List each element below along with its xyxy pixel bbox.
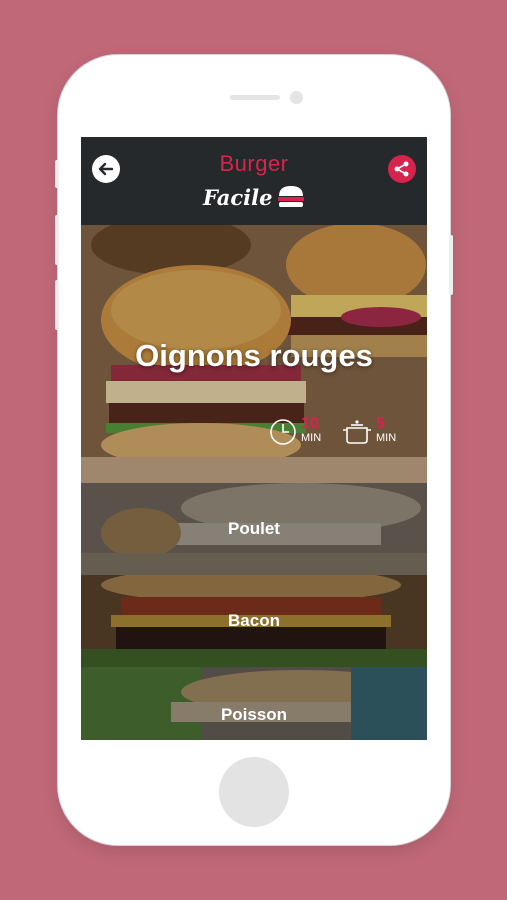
- back-button[interactable]: [92, 155, 120, 183]
- share-button[interactable]: [388, 155, 416, 183]
- pot-icon: [343, 420, 371, 444]
- phone-volume-down: [55, 280, 59, 330]
- category-overlay: [81, 667, 427, 740]
- category-item-poulet[interactable]: Poulet: [81, 483, 427, 575]
- category-item-poisson[interactable]: Poisson: [81, 667, 427, 740]
- recipe-hero[interactable]: Oignons rouges 10 MIN 5 MIN: [81, 225, 427, 483]
- cook-time-unit: MIN: [376, 432, 397, 444]
- category-label-poisson: Poisson: [220, 705, 288, 724]
- share-icon: [394, 161, 409, 177]
- cook-time: 5 MIN: [341, 415, 401, 448]
- app-screen: Burger Facile Oignons rouges 10 MIN 5 MI…: [81, 137, 427, 740]
- phone-camera: [290, 91, 303, 104]
- home-button[interactable]: [219, 757, 289, 827]
- clock-icon: [270, 419, 296, 445]
- phone-volume-up: [55, 215, 59, 265]
- prep-time-unit: MIN: [301, 432, 322, 444]
- logo-title-top: Burger: [219, 151, 289, 176]
- cook-time-value: 5: [376, 415, 385, 432]
- category-label-poulet: Poulet: [228, 519, 280, 538]
- app-logo: Burger Facile: [181, 147, 327, 219]
- app-header: Burger Facile: [81, 137, 427, 225]
- prep-time: 10 MIN: [269, 415, 325, 448]
- prep-time-value: 10: [301, 415, 319, 432]
- burger-icon: [278, 186, 304, 207]
- phone-side-button: [55, 160, 59, 188]
- category-label-bacon: Bacon: [228, 611, 280, 630]
- logo-title-bottom: Facile: [203, 185, 273, 210]
- category-item-bacon[interactable]: Bacon: [81, 575, 427, 667]
- phone-power-button: [449, 235, 453, 295]
- arrow-left-icon: [98, 162, 114, 176]
- recipe-title: Oignons rouges: [135, 338, 373, 373]
- phone-speaker: [230, 95, 280, 100]
